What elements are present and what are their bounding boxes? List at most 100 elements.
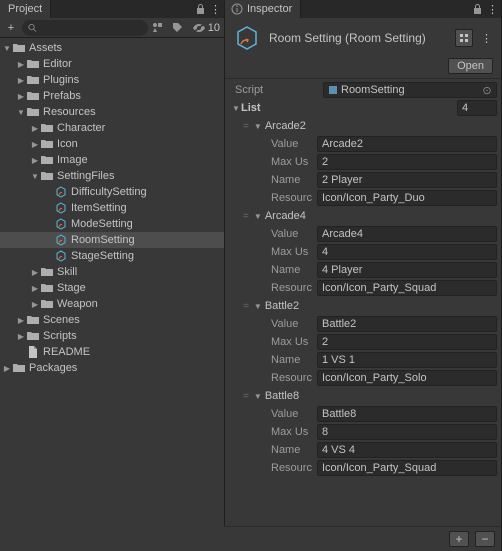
property-row: Max Us2 [229,333,497,351]
tree-row[interactable]: ▶ Editor [0,56,224,72]
foldout-closed-icon[interactable]: ▶ [16,60,26,69]
property-label: Value [243,318,317,330]
inspector-tabbar: Inspector ⋮ [225,0,501,18]
property-field[interactable]: 4 [317,244,497,260]
property-field[interactable]: Icon/Icon_Party_Squad [317,460,497,476]
tree-row-label: Editor [43,58,72,70]
drag-handle-icon[interactable]: = [243,211,249,222]
tree-row[interactable]: ▶README [0,344,224,360]
foldout-open-icon[interactable]: ▼ [16,108,26,117]
foldout-closed-icon[interactable]: ▶ [30,124,40,133]
foldout-closed-icon[interactable]: ▶ [30,140,40,149]
tree-row[interactable]: ▶Icon [0,136,224,152]
foldout-open-icon[interactable]: ▼ [30,172,40,181]
property-label: Resourc [243,282,317,294]
tree-row[interactable]: ▶Weapon [0,296,224,312]
foldout-open-icon[interactable]: ▼ [253,302,263,311]
foldout-closed-icon[interactable]: ▶ [16,92,26,101]
foldout-closed-icon[interactable]: ▶ [30,300,40,309]
drag-handle-icon[interactable]: = [243,121,249,132]
property-field[interactable]: 4 Player [317,262,497,278]
property-field[interactable]: Icon/Icon_Party_Solo [317,370,497,386]
tree-row[interactable]: ▶Scripts [0,328,224,344]
drag-handle-icon[interactable]: = [243,391,249,402]
property-field[interactable]: 2 [317,154,497,170]
property-field[interactable]: 8 [317,424,497,440]
list-element-header[interactable]: =▼Battle8 [229,387,497,405]
inspector-tab[interactable]: Inspector [225,0,301,18]
panel-menu-icon[interactable]: ⋮ [483,3,501,16]
project-search[interactable] [22,20,148,36]
property-value: 4 VS 4 [322,444,355,456]
tree-row[interactable]: ▶ItemSetting [0,200,224,216]
foldout-closed-icon[interactable]: ▶ [30,284,40,293]
tree-row[interactable]: ▶Prefabs [0,88,224,104]
list-foldout[interactable]: ▼ [231,104,241,113]
project-tab[interactable]: Project [0,0,51,18]
property-field[interactable]: 1 VS 1 [317,352,497,368]
property-row: Max Us2 [229,153,497,171]
tree-row[interactable]: ▶Character [0,120,224,136]
foldout-closed-icon[interactable]: ▶ [16,332,26,341]
remove-element-button[interactable]: − [475,531,495,547]
foldout-open-icon[interactable]: ▼ [253,212,263,221]
component-menu-icon[interactable]: ⋮ [477,32,495,45]
inspector-panel: Inspector ⋮ Room Setting (Room Setting) … [225,0,502,551]
property-value: 2 [322,336,328,348]
property-value: 1 VS 1 [322,354,355,366]
tree-row[interactable]: ▶Skill [0,264,224,280]
object-picker-icon[interactable]: ⊙ [482,84,492,97]
property-field[interactable]: 2 [317,334,497,350]
foldout-closed-icon[interactable]: ▶ [30,156,40,165]
tree-row[interactable]: ▼Resources [0,104,224,120]
list-element-header[interactable]: =▼Battle2 [229,297,497,315]
list-size-field[interactable]: 4 [457,100,497,116]
foldout-open-icon[interactable]: ▼ [2,44,12,53]
tree-row[interactable]: ▶DifficultySetting [0,184,224,200]
foldout-closed-icon[interactable]: ▶ [16,316,26,325]
foldout-closed-icon[interactable]: ▶ [2,364,12,373]
property-field[interactable]: Arcade2 [317,136,497,152]
panel-menu-icon[interactable]: ⋮ [206,3,224,16]
tree-row-label: README [43,346,90,358]
search-input[interactable] [41,22,142,34]
tree-row[interactable]: ▶RoomSetting [0,232,224,248]
foldout-closed-icon[interactable]: ▶ [30,268,40,277]
property-field[interactable]: 2 Player [317,172,497,188]
open-button[interactable]: Open [448,58,493,74]
script-field[interactable]: RoomSetting ⊙ [323,82,497,98]
tree-row[interactable]: ▶Stage [0,280,224,296]
folder-icon [40,265,54,279]
property-field[interactable]: Icon/Icon_Party_Duo [317,190,497,206]
hidden-items[interactable]: 10 [192,22,220,34]
preset-button[interactable] [455,29,473,47]
property-field[interactable]: Battle8 [317,406,497,422]
project-tree[interactable]: ▼Assets▶Editor▶Plugins▶Prefabs▼Resources… [0,38,224,551]
property-field[interactable]: 4 VS 4 [317,442,497,458]
tree-row[interactable]: ▶ModeSetting [0,216,224,232]
foldout-open-icon[interactable]: ▼ [253,392,263,401]
lock-icon[interactable] [194,3,206,15]
tree-row[interactable]: ▶Image [0,152,224,168]
tree-row[interactable]: ▶Packages [0,360,224,376]
create-button[interactable]: + [4,22,18,34]
tree-row-label: Assets [29,42,62,54]
property-label: Max Us [243,426,317,438]
filter-by-label-icon[interactable] [172,22,188,33]
tree-row[interactable]: ▼SettingFiles [0,168,224,184]
lock-icon[interactable] [471,3,483,15]
property-field[interactable]: Arcade4 [317,226,497,242]
foldout-open-icon[interactable]: ▼ [253,122,263,131]
list-element-header[interactable]: =▼Arcade2 [229,117,497,135]
tree-row[interactable]: ▶Scenes [0,312,224,328]
add-element-button[interactable]: + [449,531,469,547]
drag-handle-icon[interactable]: = [243,301,249,312]
tree-row[interactable]: ▼ Assets [0,40,224,56]
property-field[interactable]: Icon/Icon_Party_Squad [317,280,497,296]
tree-row[interactable]: ▶Plugins [0,72,224,88]
property-field[interactable]: Battle2 [317,316,497,332]
tree-row[interactable]: ▶StageSetting [0,248,224,264]
foldout-closed-icon[interactable]: ▶ [16,76,26,85]
filter-by-type-icon[interactable] [152,22,168,33]
list-element-header[interactable]: =▼Arcade4 [229,207,497,225]
